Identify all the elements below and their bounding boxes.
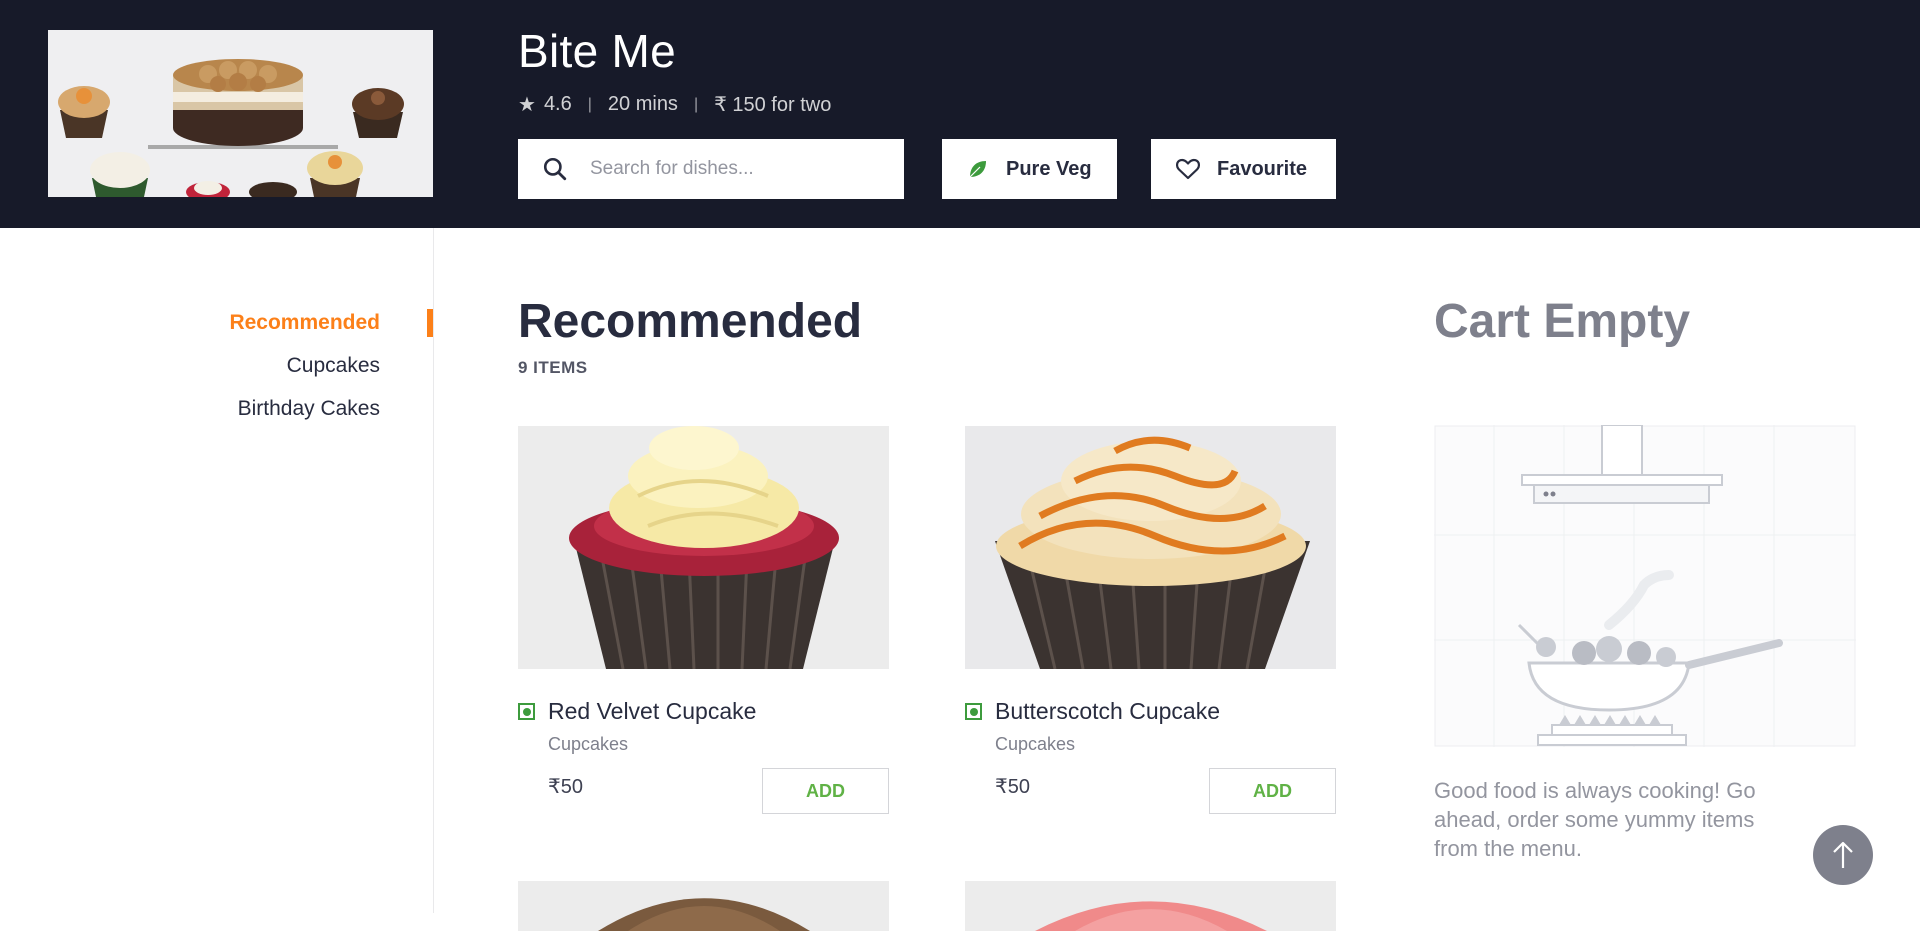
scroll-to-top-button[interactable]	[1813, 825, 1873, 885]
empty-cart-illustration	[1434, 424, 1856, 747]
search-icon	[542, 156, 568, 182]
favourite-label: Favourite	[1217, 157, 1308, 180]
leaf-icon	[966, 157, 990, 181]
menu-item-image[interactable]	[518, 426, 889, 669]
menu-item-card: Butterscotch Cupcake Cupcakes ₹50 ADD	[965, 426, 1336, 816]
arrow-up-icon	[1830, 840, 1856, 870]
menu-item-name: Butterscotch Cupcake	[995, 698, 1221, 724]
add-to-cart-button[interactable]: ADD	[762, 768, 889, 814]
delivery-time: 20 mins	[607, 93, 678, 115]
cart-title: Cart Empty	[1434, 295, 1691, 348]
menu-item-name: Red Velvet Cupcake	[548, 698, 757, 724]
favourite-button[interactable]: Favourite	[1151, 139, 1336, 199]
restaurant-name: Bite Me	[518, 25, 677, 77]
menu-item-card: Red Velvet Cupcake Cupcakes ₹50 ADD	[518, 426, 889, 816]
restaurant-image	[48, 30, 433, 197]
cart-empty-message: Good food is always cooking! Go ahead, o…	[1434, 778, 1756, 861]
active-indicator	[427, 309, 433, 337]
sidebar-item-birthday-cakes[interactable]: Birthday Cakes	[229, 391, 380, 434]
menu-item-price: ₹50	[995, 776, 1030, 798]
restaurant-header: Bite Me ★ 4.6 | 20 mins | ₹ 150 for two …	[0, 0, 1920, 228]
menu-item-category: Cupcakes	[548, 734, 629, 754]
add-to-cart-button[interactable]: ADD	[1209, 768, 1336, 814]
sidebar-item-cupcakes[interactable]: Cupcakes	[229, 348, 380, 391]
sidebar-item-recommended[interactable]: Recommended	[229, 305, 380, 348]
cost-for-two: ₹ 150 for two	[714, 94, 832, 116]
menu-item-category: Cupcakes	[995, 734, 1076, 754]
section-title: Recommended	[518, 295, 863, 348]
meta-separator: |	[587, 95, 592, 113]
menu-item-card	[965, 881, 1336, 931]
section-item-count: 9 ITEMS	[518, 358, 588, 377]
restaurant-meta: ★ 4.6 | 20 mins | ₹ 150 for two	[518, 92, 831, 117]
menu-item-image[interactable]	[518, 881, 889, 931]
search-input[interactable]	[590, 158, 890, 180]
menu-item-image[interactable]	[965, 426, 1336, 669]
category-sidebar: Recommended Cupcakes Birthday Cakes	[229, 305, 380, 434]
menu-item-price: ₹50	[548, 776, 583, 798]
restaurant-rating: 4.6	[543, 93, 572, 115]
veg-indicator-icon	[518, 703, 535, 720]
sidebar-divider	[433, 228, 434, 913]
meta-separator: |	[693, 95, 699, 113]
pure-veg-label: Pure Veg	[1006, 157, 1092, 180]
star-icon: ★	[518, 94, 536, 116]
menu-item-card	[518, 881, 889, 931]
search-bar[interactable]	[518, 139, 904, 199]
pure-veg-toggle[interactable]: Pure Veg	[942, 139, 1117, 199]
menu-item-image[interactable]	[965, 881, 1336, 931]
veg-indicator-icon	[965, 703, 982, 720]
heart-icon	[1175, 157, 1201, 181]
